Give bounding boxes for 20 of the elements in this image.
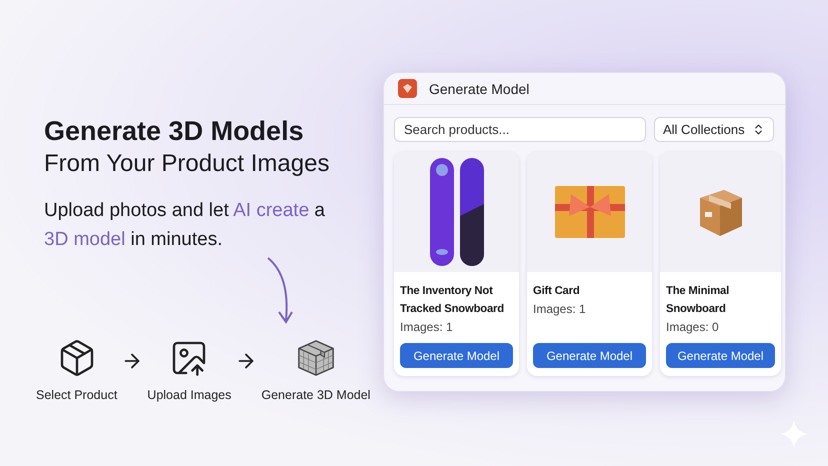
step-label: Upload Images: [147, 388, 232, 402]
step-label: Select Product: [36, 388, 118, 402]
app-icon: [398, 79, 417, 98]
collection-select[interactable]: All Collections: [654, 117, 774, 142]
tagline: Upload photos and let AI create a 3D model in minutes.: [44, 199, 326, 252]
search-field[interactable]: Search products...: [394, 117, 646, 142]
headline: Generate 3D Models: [44, 115, 305, 148]
product-name: The Inventory Not Tracked Snowboard: [400, 284, 505, 317]
generate-model-button[interactable]: Generate Model: [666, 343, 775, 368]
image-count: Images: 0: [666, 319, 720, 336]
window-title: Generate Model: [429, 80, 530, 96]
step-label: Generate 3D Model: [261, 388, 370, 402]
generate-model-button[interactable]: Generate Model: [400, 343, 513, 368]
generate-model-button[interactable]: Generate Model: [533, 343, 646, 368]
product-name: Gift Card: [533, 284, 581, 299]
mesh-cube-icon: [296, 338, 336, 378]
product-name: The Minimal Snowboard: [666, 284, 730, 317]
image-count: Images: 1: [533, 301, 587, 318]
image-count: Images: 1: [400, 319, 454, 336]
subheadline: From Your Product Images: [44, 149, 330, 179]
